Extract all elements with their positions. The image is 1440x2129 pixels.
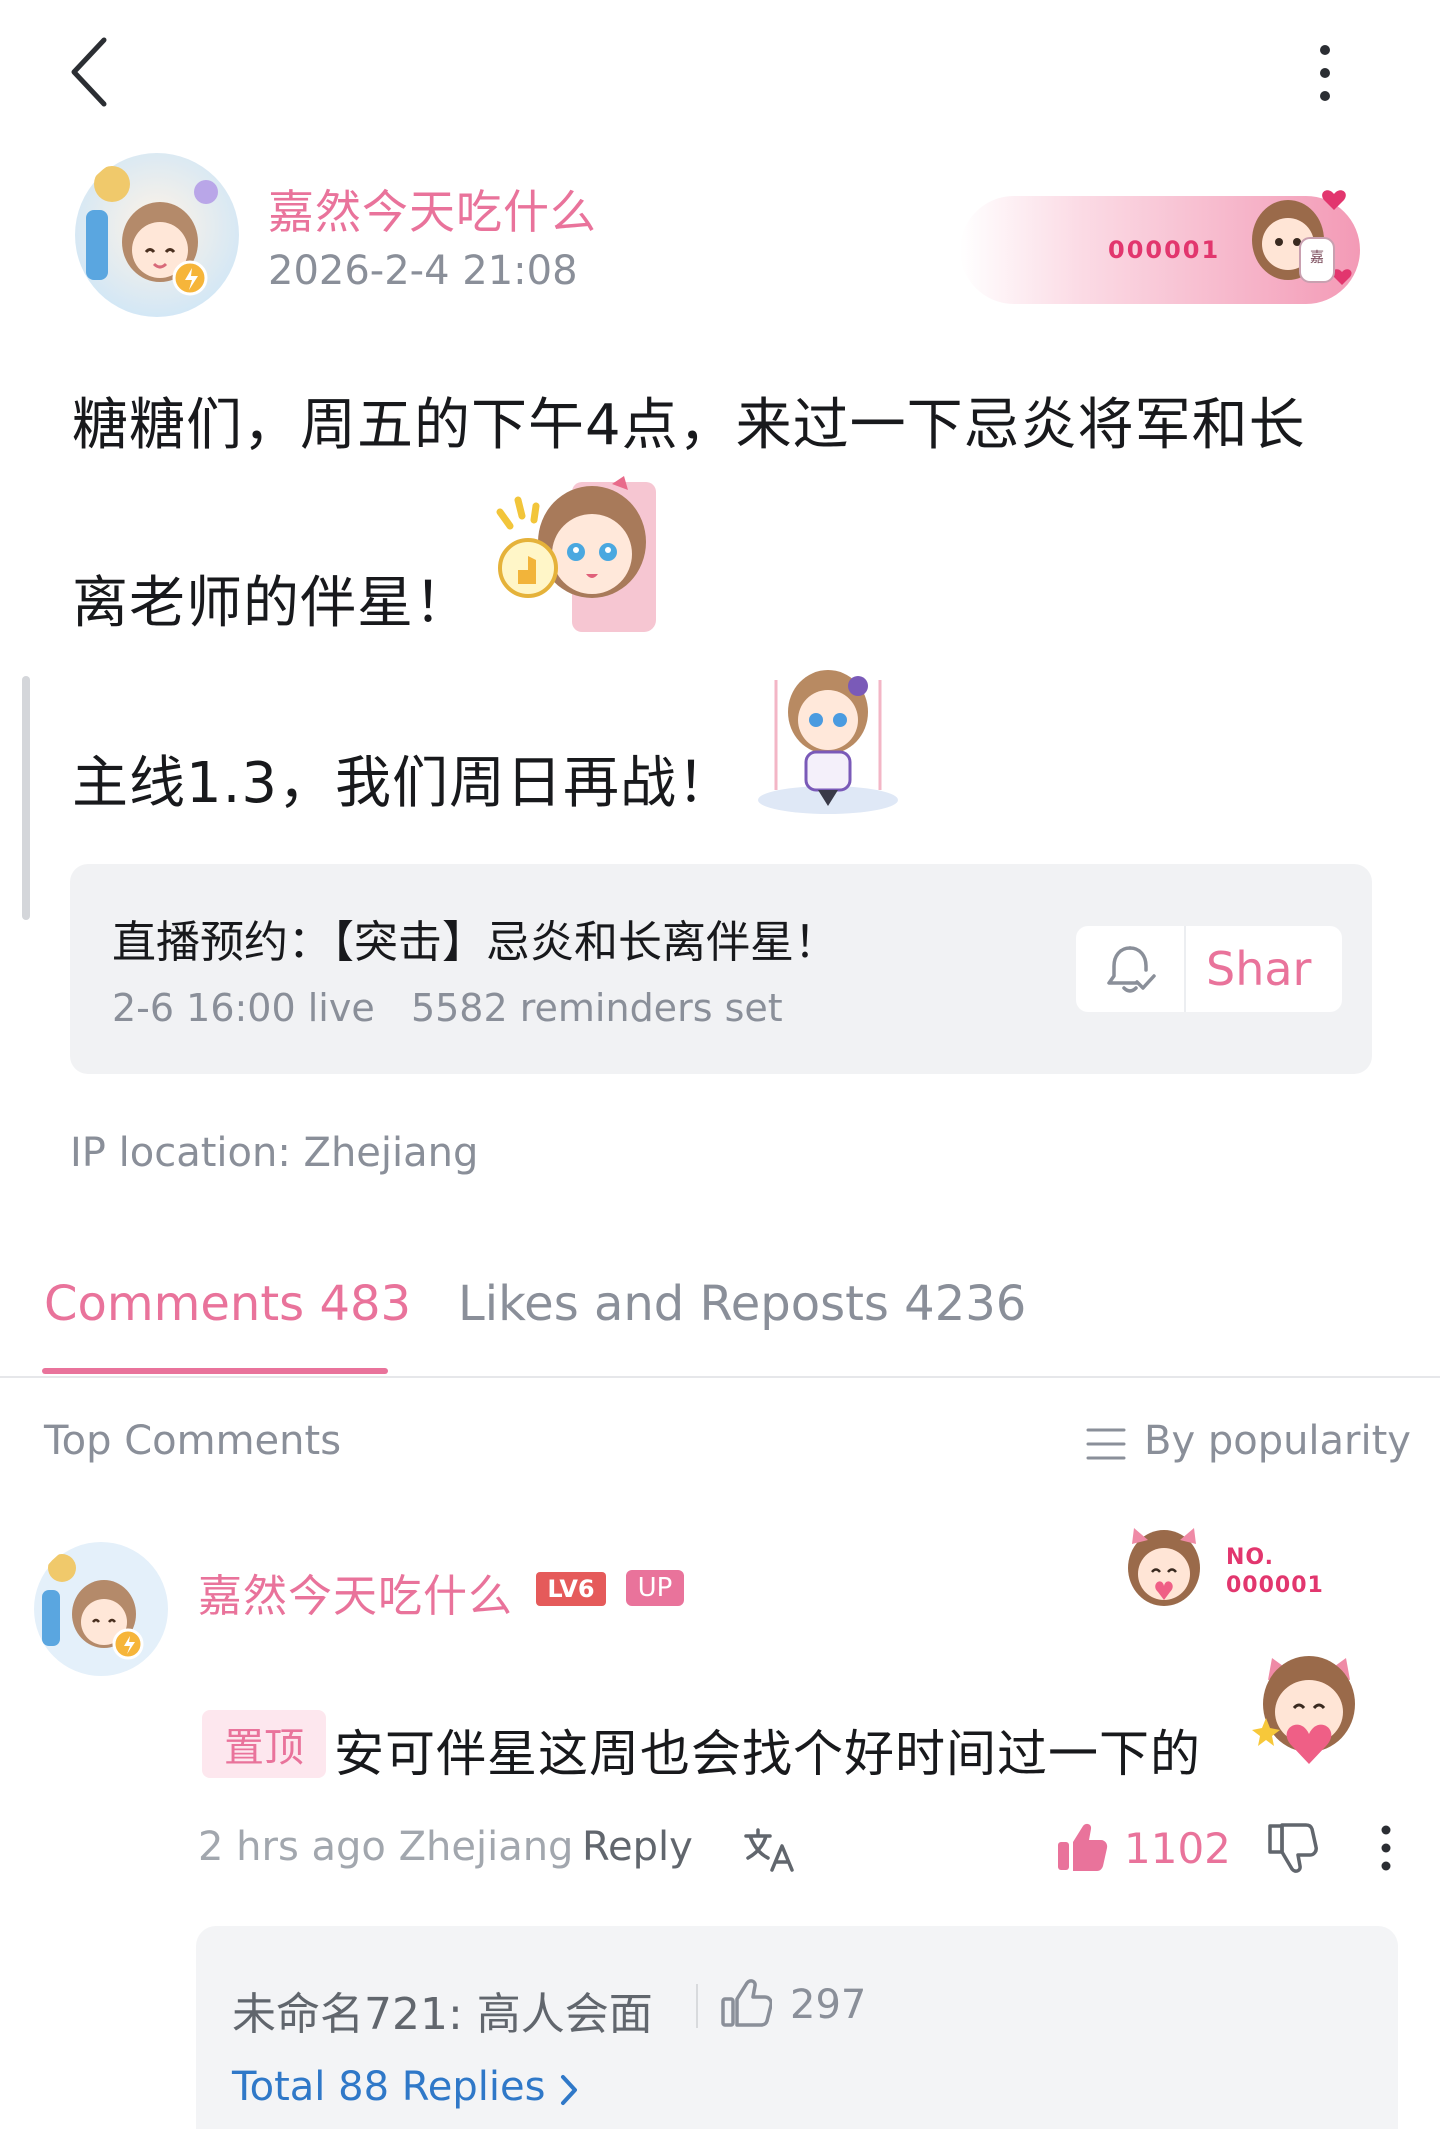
svg-text:嘉: 嘉 bbox=[1310, 250, 1324, 266]
active-tab-indicator bbox=[42, 1368, 388, 1374]
reply-button[interactable]: Reply bbox=[582, 1824, 693, 1870]
sort-icon[interactable] bbox=[1084, 1424, 1128, 1464]
post-text-line: 糖糖们，周五的下午4点，来过一下忌炎将军和长 bbox=[72, 393, 1306, 458]
sub-reply-like-count: 297 bbox=[790, 1982, 867, 2028]
like-count: 1102 bbox=[1124, 1824, 1231, 1873]
scrollbar[interactable] bbox=[22, 676, 30, 920]
heart-hug-sticker bbox=[1252, 1656, 1355, 1764]
post-text-line: 离老师的伴星！ bbox=[72, 571, 471, 636]
pinned-tag: 置顶 bbox=[202, 1710, 326, 1778]
comment-fan-number: NO. 000001 bbox=[1226, 1544, 1324, 1600]
tab-comments[interactable]: Comments 483 bbox=[44, 1276, 411, 1332]
translate-icon[interactable] bbox=[742, 1826, 798, 1874]
fan-mark-number: 000001 bbox=[1226, 1573, 1324, 1598]
thumbs-up-icon[interactable] bbox=[720, 1978, 772, 2028]
comment-avatar[interactable] bbox=[32, 1540, 170, 1678]
tab-likes-reposts[interactable]: Likes and Reposts 4236 bbox=[458, 1276, 1026, 1332]
thumbs-down-icon[interactable] bbox=[1266, 1822, 1318, 1874]
reservation-subtitle: 2-6 16:00 live 5582 reminders set bbox=[112, 986, 783, 1030]
section-title: Top Comments bbox=[44, 1418, 342, 1464]
post-timestamp: 2026-2-4 21:08 bbox=[268, 248, 578, 294]
comment-text: 安可伴星这周也会找个好时间过一下的 bbox=[334, 1725, 1201, 1783]
fan-badge-number: 000001 bbox=[1108, 236, 1221, 264]
post-text-line: 主线1.3，我们周日再战！ bbox=[72, 751, 735, 816]
divider bbox=[696, 1984, 698, 2028]
comment-author-name[interactable]: 嘉然今天吃什么 bbox=[198, 1560, 513, 1624]
bell-check-icon bbox=[1107, 946, 1156, 993]
reservation-actions: Shar bbox=[1076, 926, 1342, 1012]
up-badge: UP bbox=[626, 1570, 684, 1606]
level-badge: LV6 bbox=[536, 1572, 606, 1606]
comment-fan-mascot-icon bbox=[1128, 1528, 1200, 1606]
fan-badge-mascot-icon: 嘉 bbox=[1252, 190, 1352, 285]
avatar[interactable] bbox=[72, 150, 242, 320]
sort-button[interactable]: By popularity bbox=[1144, 1418, 1411, 1464]
sub-reply-text: 未命名721: 高人会面 bbox=[232, 1989, 653, 2040]
chevron-right-icon bbox=[561, 2075, 577, 2105]
reminder-button[interactable] bbox=[1076, 926, 1186, 1012]
author-name[interactable]: 嘉然今天吃什么 bbox=[268, 176, 597, 242]
reservation-title: 直播预约：【突击】忌炎和长离伴星！ bbox=[112, 917, 838, 968]
more-vertical-icon[interactable] bbox=[1300, 38, 1350, 108]
view-all-replies-link[interactable]: Total 88 Replies bbox=[232, 2064, 545, 2110]
share-button[interactable]: Shar bbox=[1186, 926, 1342, 1012]
thumbs-up-icon[interactable] bbox=[1056, 1822, 1108, 1872]
character-sticker bbox=[758, 670, 898, 814]
fan-mark-label: NO. bbox=[1226, 1545, 1274, 1570]
divider bbox=[0, 1376, 1440, 1378]
ip-location: IP location: Zhejiang bbox=[70, 1130, 479, 1176]
back-icon[interactable] bbox=[60, 30, 120, 114]
more-vertical-icon[interactable] bbox=[1374, 1822, 1398, 1874]
comment-meta: 2 hrs ago Zhejiang bbox=[198, 1824, 574, 1870]
thumbs-up-sticker bbox=[496, 476, 656, 632]
